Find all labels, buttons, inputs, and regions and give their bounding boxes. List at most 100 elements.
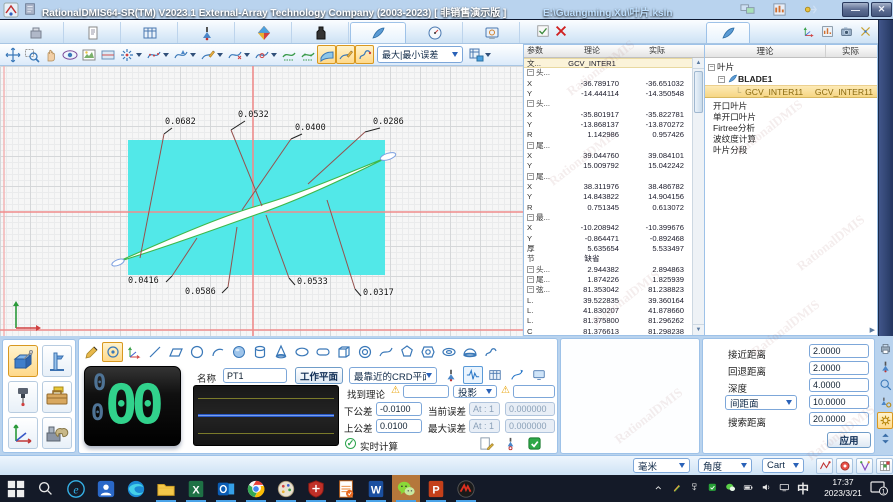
tab-blade[interactable] — [350, 22, 406, 43]
tree-item-root[interactable]: −叶片 — [705, 62, 877, 73]
close-button[interactable]: ✕ — [871, 2, 892, 17]
app-logo-icon[interactable] — [3, 2, 19, 18]
blade-eval-icon[interactable] — [355, 45, 374, 64]
taskbar-outlook[interactable] — [212, 475, 240, 502]
zoom-window-icon[interactable] — [22, 45, 41, 64]
tree-col-actual[interactable]: 实际 — [825, 45, 875, 57]
upper-tol-input[interactable] — [376, 419, 422, 433]
probe-icon[interactable] — [441, 366, 461, 384]
table-row[interactable]: −头... — [524, 68, 704, 78]
disc-icon[interactable] — [354, 342, 375, 362]
taskbar-wechat[interactable] — [392, 475, 420, 502]
table-row[interactable]: −尾... — [524, 172, 704, 182]
camera-icon[interactable] — [840, 25, 853, 38]
circle-icon[interactable] — [186, 342, 207, 362]
probe-paint-icon[interactable] — [81, 342, 102, 362]
view-eye-icon[interactable] — [60, 45, 79, 64]
report-grid-icon[interactable] — [466, 45, 485, 64]
taskbar-edge[interactable] — [122, 475, 150, 502]
table-row[interactable]: L.39.52283539.360164 — [524, 296, 704, 306]
edit-doc-icon[interactable] — [479, 436, 494, 451]
table-row[interactable]: −尾...1.8742261.825939 — [524, 275, 704, 285]
tree-item-selected[interactable]: └GCV_INTER11GCV_INTER11 — [705, 85, 877, 98]
probe-icon[interactable] — [877, 358, 893, 375]
toolbox-button[interactable] — [42, 381, 72, 413]
tab-machine[interactable] — [8, 22, 64, 43]
tab-scanner[interactable] — [293, 22, 349, 43]
taskbar-pdf[interactable] — [332, 475, 360, 502]
table-row[interactable]: −头... — [524, 99, 704, 109]
lower-tol-input[interactable] — [376, 402, 422, 416]
chart-box-icon[interactable] — [772, 2, 787, 17]
washer-icon[interactable] — [438, 342, 459, 362]
spreadsheet-icon[interactable] — [485, 366, 505, 384]
theory-input-2[interactable] — [513, 385, 555, 398]
curve-eval-icon[interactable] — [336, 45, 355, 64]
table-row[interactable]: 厚5.6356545.533497 — [524, 244, 704, 254]
waveform-icon[interactable] — [463, 366, 483, 384]
plane-icon[interactable] — [165, 342, 186, 362]
curve-icon[interactable] — [375, 342, 396, 362]
taskbar-word[interactable]: W — [362, 475, 390, 502]
notification-center[interactable]: 1 — [870, 480, 888, 496]
table-row[interactable]: 文...GCV_INTER1 — [524, 58, 704, 68]
table-row[interactable]: X-10.208942-10.399676 — [524, 223, 704, 233]
check-apply-icon[interactable] — [536, 24, 550, 38]
table-row[interactable]: X-36.789170-36.651032 — [524, 79, 704, 89]
apply-button[interactable]: 应用 — [827, 432, 871, 448]
tray-chevron-up[interactable] — [650, 475, 668, 502]
line-icon[interactable] — [144, 342, 165, 362]
path-param-input[interactable] — [809, 378, 869, 392]
tray-display[interactable] — [776, 475, 794, 502]
magnifier-icon[interactable] — [877, 376, 893, 393]
polygon-icon[interactable] — [396, 342, 417, 362]
pan-hand-icon[interactable] — [41, 45, 60, 64]
machine-tools-button[interactable] — [42, 417, 72, 449]
tab-probe[interactable] — [179, 22, 235, 43]
table-row[interactable]: −尾... — [524, 141, 704, 151]
probe-cube-button[interactable] — [8, 345, 38, 377]
tree-item[interactable]: 单开口叶片 — [705, 112, 877, 123]
machine-arrows-icon[interactable] — [804, 2, 819, 17]
curve-points-icon[interactable] — [144, 45, 163, 64]
tray-volume[interactable] — [758, 475, 776, 502]
workplane-button[interactable]: 工作平面 — [295, 367, 343, 384]
taskbar-ie[interactable]: e — [62, 475, 90, 502]
path-param-input[interactable] — [809, 395, 869, 409]
curve-drag-icon[interactable] — [225, 45, 244, 64]
tree-item[interactable]: Firtree分析 — [705, 123, 877, 134]
vector-curve-icon[interactable] — [507, 366, 527, 384]
table-row[interactable]: X38.31197638.486782 — [524, 182, 704, 192]
table-row[interactable]: −头...2.9443822.894863 — [524, 265, 704, 275]
tray-check[interactable] — [704, 475, 722, 502]
tray-usb[interactable] — [686, 475, 704, 502]
taskbar-teams[interactable] — [92, 475, 120, 502]
table-row[interactable]: L.81.37580081.296262 — [524, 316, 704, 326]
slot-icon[interactable] — [312, 342, 333, 362]
taskbar-excel[interactable]: X — [182, 475, 210, 502]
cylinder-icon[interactable] — [249, 342, 270, 362]
grid-color-icon[interactable] — [876, 458, 893, 474]
taskbar-chrome[interactable] — [242, 475, 270, 502]
tree-item-blade[interactable]: −BLADE1 — [705, 73, 877, 84]
sphere-icon[interactable] — [228, 342, 249, 362]
dome-icon[interactable] — [459, 342, 480, 362]
tab-monitor[interactable] — [464, 22, 520, 43]
axes-small-icon[interactable] — [802, 25, 815, 38]
col-actual[interactable]: 实际 — [627, 45, 687, 57]
probe-dot-icon[interactable] — [503, 436, 518, 451]
scan-star-icon[interactable] — [117, 45, 136, 64]
table-row[interactable]: Y-14.444114-14.350548 — [524, 89, 704, 99]
target-ball-icon[interactable] — [836, 458, 853, 474]
table-row[interactable]: R0.7513450.613072 — [524, 203, 704, 213]
axes-small-icon[interactable] — [123, 342, 144, 362]
point-icon[interactable] — [102, 342, 123, 362]
taskbar-rationaldmis[interactable] — [452, 475, 480, 502]
tree-col-theory[interactable]: 理论 — [705, 45, 825, 57]
error-mode-dropdown[interactable]: 最大|最小误差 — [377, 46, 463, 63]
tray-wechat-tray[interactable] — [722, 475, 740, 502]
path-param-input[interactable] — [809, 344, 869, 358]
spacing-dropdown[interactable]: 间距面 — [725, 395, 797, 410]
table-row[interactable]: X39.04476039.084101 — [524, 151, 704, 161]
taskbar-clock[interactable]: 17:37 2023/3/21 — [818, 477, 868, 500]
